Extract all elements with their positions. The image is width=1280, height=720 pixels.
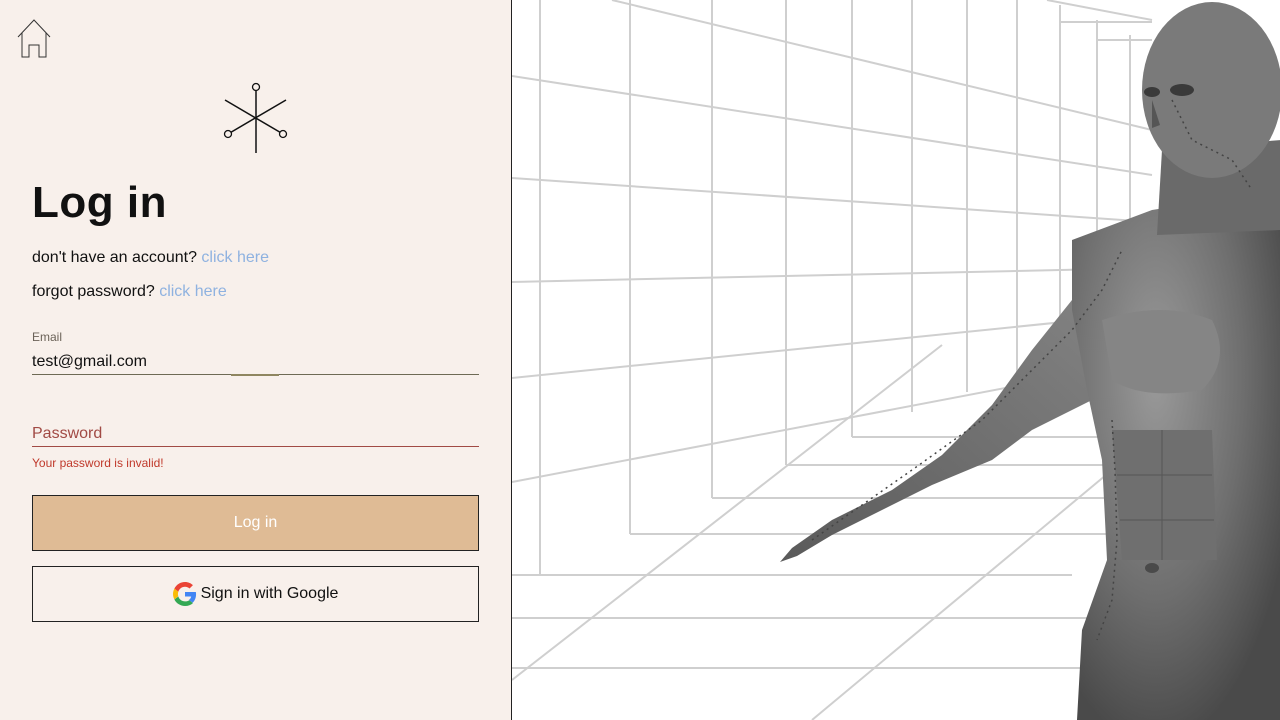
perspective-grid-illustration — [512, 0, 1280, 720]
page-title: Log in — [32, 178, 167, 227]
google-signin-label: Sign in with Google — [200, 585, 339, 602]
home-icon — [17, 19, 51, 58]
signup-link[interactable]: click here — [201, 249, 269, 266]
email-field[interactable] — [32, 350, 479, 375]
password-error-message: Your password is invalid! — [32, 456, 164, 470]
home-button[interactable] — [15, 17, 53, 59]
text-cursor-highlight — [231, 374, 279, 376]
needles-logo-icon — [223, 82, 288, 153]
signup-line: don't have an account? click here — [32, 249, 269, 267]
login-panel: Log in don't have an account? click here… — [0, 0, 511, 720]
logo — [220, 80, 292, 156]
forgot-line: forgot password? click here — [32, 283, 227, 301]
google-icon — [172, 582, 196, 606]
human-figure — [780, 2, 1280, 720]
forgot-password-link[interactable]: click here — [159, 283, 227, 300]
google-signin-button[interactable]: Sign in with Google — [32, 566, 479, 622]
email-label: Email — [32, 330, 63, 344]
login-button[interactable]: Log in — [32, 495, 479, 551]
forgot-prompt: forgot password? — [32, 283, 155, 300]
anatomy-illustration-panel — [511, 0, 1280, 720]
password-field[interactable] — [32, 422, 479, 447]
signup-prompt: don't have an account? — [32, 249, 197, 266]
